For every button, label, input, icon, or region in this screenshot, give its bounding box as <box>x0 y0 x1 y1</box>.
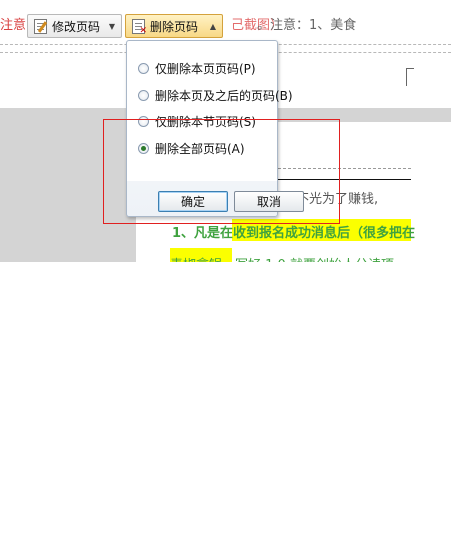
edit-page-number-button[interactable]: 修改页码 ▼ <box>27 14 122 38</box>
option-label: 删除本页及之后的页码(B) <box>155 89 293 103</box>
margin-mark <box>406 68 407 86</box>
margin-mark <box>406 68 414 69</box>
radio-button[interactable] <box>138 63 149 74</box>
edit-page-number-label: 修改页码 <box>52 19 101 34</box>
radio-button[interactable] <box>138 90 149 101</box>
doc-text-top-right: 。注意：1、美食 <box>257 18 357 33</box>
option-delete-current-and-after[interactable]: 删除本页及之后的页码(B) <box>138 87 293 104</box>
delete-page-number-button[interactable]: ✕ 删除页码 ▲ <box>125 14 223 38</box>
doc-paragraph-line: 青椒拿锅，写好 1.0 就要创始人分读项。 <box>170 254 407 262</box>
dropdown-arrow-up-icon: ▲ <box>209 21 216 31</box>
doc-text-top-left: 注意 <box>0 18 27 33</box>
option-label: 仅删除本页页码(P) <box>155 62 256 76</box>
delete-document-icon: ✕ <box>132 18 147 36</box>
delete-page-number-label: 删除页码 <box>150 19 199 34</box>
option-delete-current-page[interactable]: 仅删除本页页码(P) <box>138 60 256 77</box>
edit-document-icon <box>34 18 48 34</box>
doc-paragraph-clip: 青椒拿锅，写好 1.0 就要创始人分读项。 <box>170 248 411 262</box>
doc-paragraph-line: 1、凡是在收到报名成功消息后（很多把在 <box>172 226 416 241</box>
annotation-highlight-box <box>103 119 340 224</box>
dropdown-arrow-icon: ▼ <box>108 21 115 31</box>
